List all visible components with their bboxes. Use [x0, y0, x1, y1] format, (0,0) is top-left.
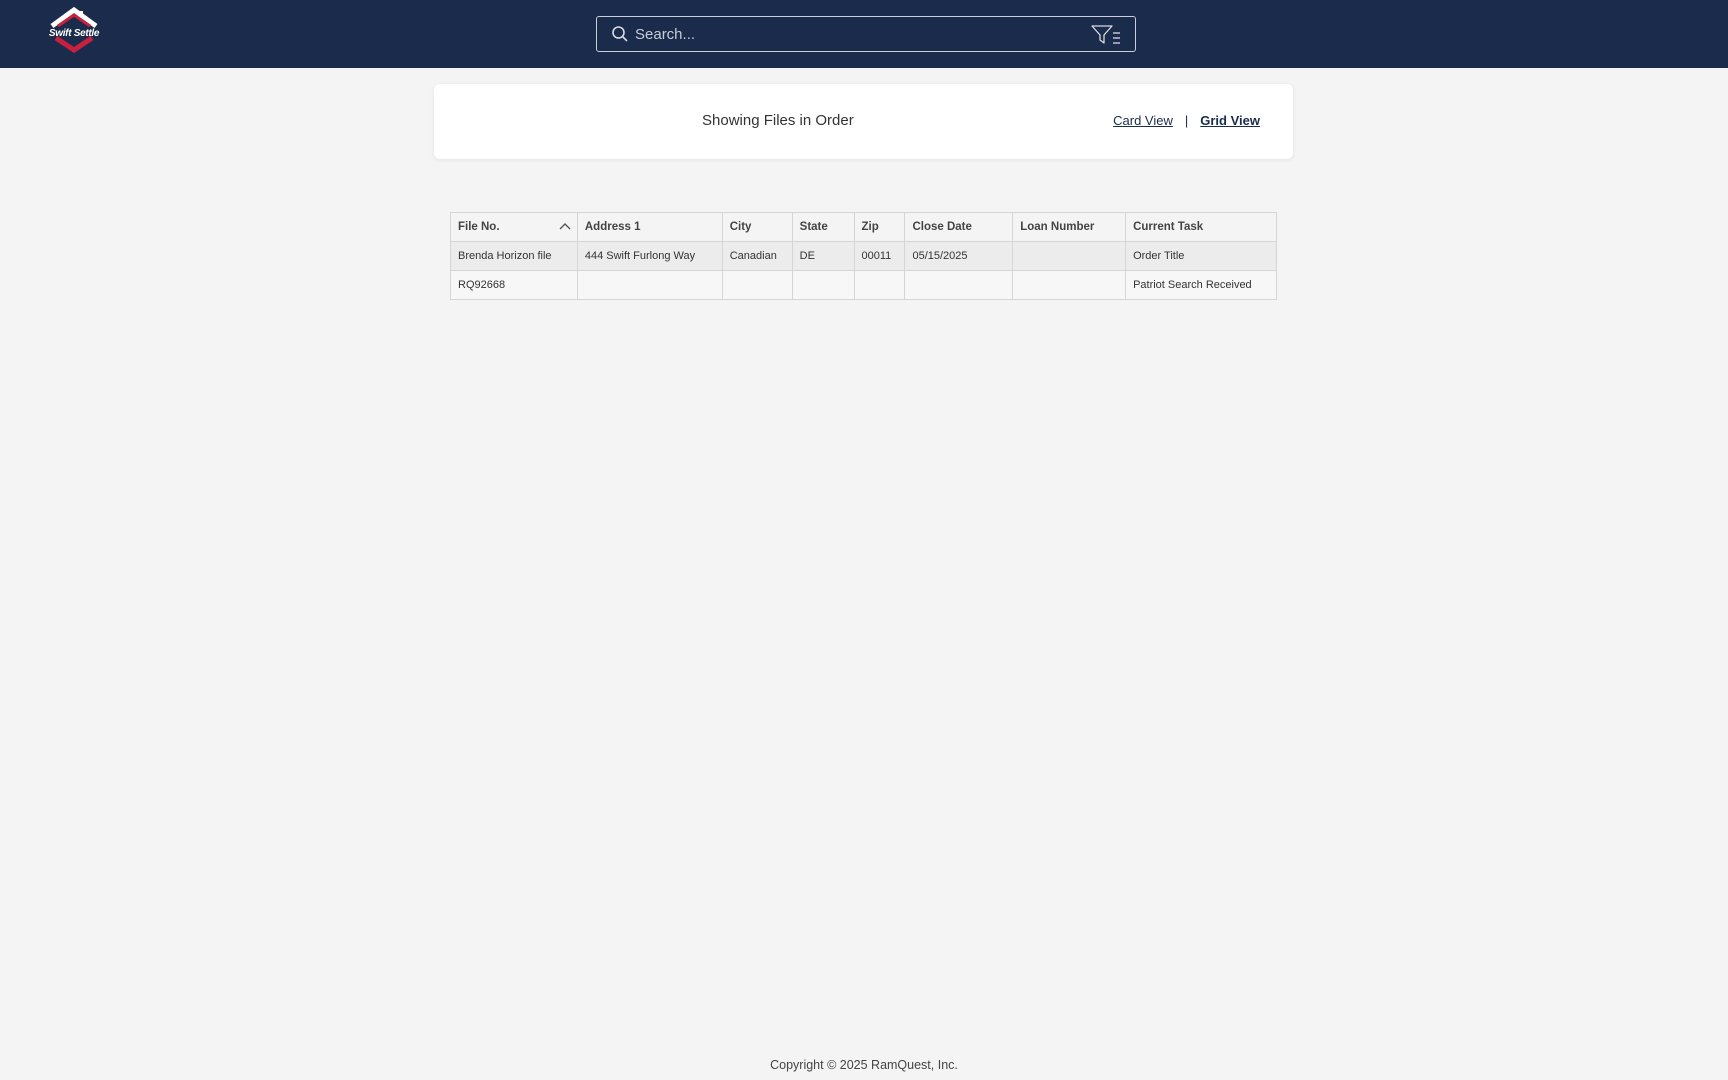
cell-zip — [853, 270, 906, 300]
view-toggle: Card View | Grid View — [1113, 113, 1260, 128]
grid-header-row: File No. Address 1 City State Zip Close … — [450, 212, 1277, 242]
files-header-card: Showing Files in Order Card View | Grid Vi… — [434, 84, 1293, 159]
column-header-state[interactable]: State — [791, 212, 855, 242]
cell-city: Canadian — [721, 241, 793, 271]
table-row[interactable]: RQ92668 Patriot Search Received — [450, 270, 1277, 300]
grid-view-link[interactable]: Grid View — [1200, 113, 1260, 128]
cell-loan-number — [1012, 241, 1127, 271]
cell-current-task: Patriot Search Received — [1125, 270, 1277, 300]
cell-close-date — [904, 270, 1014, 300]
column-header-city[interactable]: City — [721, 212, 793, 242]
search-icon — [612, 26, 628, 42]
logo-text: Swift Settle — [48, 28, 100, 39]
search-input[interactable] — [635, 18, 1075, 50]
cell-address-1 — [576, 270, 723, 300]
cell-file-no[interactable]: RQ92668 — [450, 270, 578, 300]
top-navigation-bar: Swift Settle — [0, 0, 1728, 68]
column-header-address-1[interactable]: Address 1 — [576, 212, 723, 242]
column-header-loan-number[interactable]: Loan Number — [1012, 212, 1127, 242]
column-header-close-date[interactable]: Close Date — [904, 212, 1014, 242]
cell-state — [791, 270, 855, 300]
cell-address-1: 444 Swift Furlong Way — [576, 241, 723, 271]
column-header-file-no[interactable]: File No. — [450, 212, 578, 242]
column-header-zip[interactable]: Zip — [853, 212, 906, 242]
filter-icon[interactable] — [1091, 25, 1121, 45]
swift-settle-logo[interactable]: Swift Settle — [46, 6, 102, 56]
page-title: Showing Files in Order — [702, 112, 854, 129]
cell-close-date: 05/15/2025 — [904, 241, 1014, 271]
view-separator: | — [1184, 113, 1189, 128]
sort-ascending-icon[interactable] — [559, 222, 571, 230]
table-row[interactable]: Brenda Horizon file 444 Swift Furlong Wa… — [450, 241, 1277, 271]
cell-state: DE — [791, 241, 855, 271]
cell-city — [721, 270, 793, 300]
card-view-link[interactable]: Card View — [1113, 113, 1173, 128]
cell-current-task: Order Title — [1125, 241, 1277, 271]
cell-loan-number — [1012, 270, 1127, 300]
cell-zip: 00011 — [853, 241, 906, 271]
search-box[interactable] — [596, 16, 1136, 52]
cell-file-no[interactable]: Brenda Horizon file — [450, 241, 578, 271]
column-header-current-task[interactable]: Current Task — [1125, 212, 1277, 242]
copyright-footer: Copyright © 2025 RamQuest, Inc. — [770, 1058, 958, 1072]
files-grid: File No. Address 1 City State Zip Close … — [450, 212, 1277, 300]
